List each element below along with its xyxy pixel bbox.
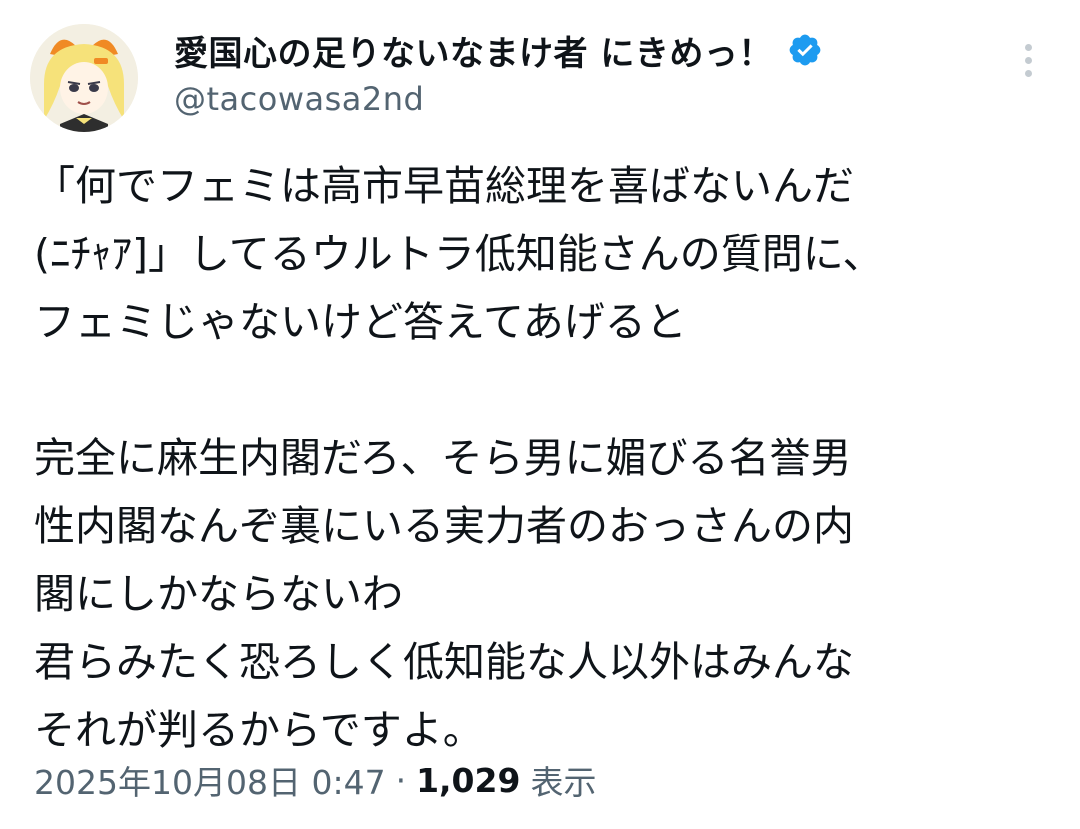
meta-separator: · (395, 760, 407, 800)
tweet-meta: 2025年10月08日 0:47 · 1,029 表示 (34, 752, 596, 808)
views-label: 表示 (530, 763, 597, 802)
author-handle[interactable]: @tacowasa2nd (174, 80, 424, 118)
avatar-image (30, 24, 138, 132)
display-name[interactable]: 愛国心の足りないなまけ者 にきめっ！ (174, 26, 773, 75)
more-options-icon[interactable] (1016, 44, 1040, 88)
tweet-line: (ﾆﾁｬｱ]」してるウルトラ低知能さんの質問に、 (34, 230, 884, 278)
author-name-row[interactable]: 愛国心の足りないなまけ者 にきめっ！ (174, 24, 823, 76)
avatar[interactable] (30, 24, 138, 132)
views-count[interactable]: 1,029 (416, 761, 520, 800)
tweet-line: 「何でフェミは高市早苗総理を喜ばないんだ (34, 162, 854, 210)
more-dot (1024, 57, 1032, 64)
tweet-card: 愛国心の足りないなまけ者 にきめっ！ @tacowasa2nd 「何でフェミは高… (0, 0, 1080, 829)
tweet-line: 君らみたく恐ろしく低知能な人以外はみんな (34, 638, 854, 686)
tweet-line: 完全に麻生内閣だろ、そら男に媚びる名誉男 (34, 434, 852, 482)
tweet-line: フェミじゃないけど答えてあげると (34, 298, 687, 346)
more-dot (1024, 70, 1032, 77)
tweet-text: 「何でフェミは高市早苗総理を喜ばないんだ (ﾆﾁｬｱ]」してるウルトラ低知能さん… (34, 152, 1044, 764)
tweet-timestamp[interactable]: 2025年10月08日 0:47 (34, 756, 386, 804)
more-dot (1024, 44, 1032, 51)
tweet-line: 性内閣なんぞ裏にいる実力者のおっさんの内 (34, 502, 854, 550)
tweet-line: 閣にしかならないわ (34, 570, 403, 618)
verified-badge-icon[interactable] (787, 32, 823, 68)
